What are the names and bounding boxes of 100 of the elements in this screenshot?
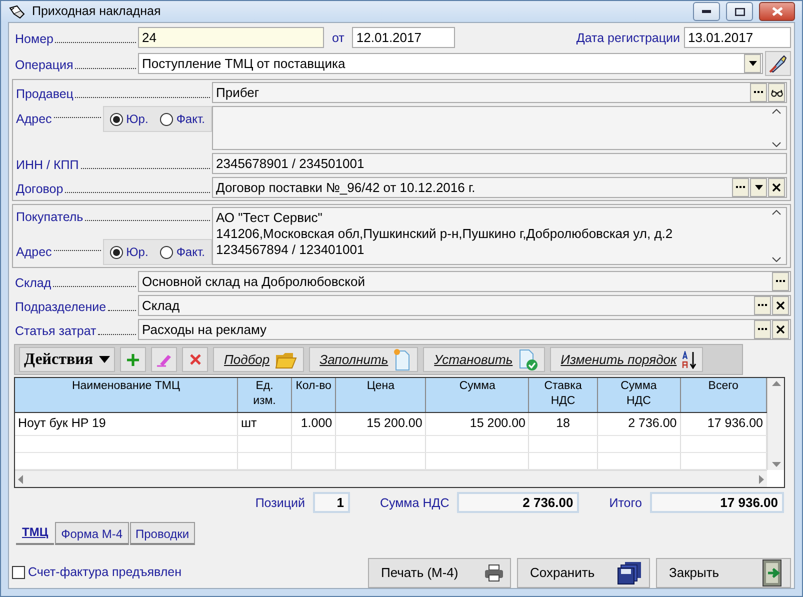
column-header: Сумма НДС (597, 378, 680, 412)
table-cell: шт (237, 412, 292, 435)
radio-button[interactable]: Факт. (160, 243, 205, 261)
text-field[interactable]: 24 (138, 27, 324, 48)
browse-button[interactable] (772, 272, 789, 291)
text-field[interactable]: Договор поставки №_96/42 от 10.12.2016 г. (212, 177, 787, 198)
browse-button[interactable] (754, 296, 771, 315)
settings-button[interactable] (765, 51, 791, 76)
text-area[interactable]: АО "Тест Сервис" 141206,Московская обл,Пушкинский р-н,Пушкино г,Добролюбовская ул, д.2 1234567894 / 123401001 (212, 207, 787, 265)
minimize-icon (702, 10, 711, 13)
document-icon (392, 348, 412, 372)
save-button[interactable]: Сохранить (517, 558, 650, 588)
radio-button[interactable]: Факт. (160, 110, 205, 128)
add-button[interactable] (120, 347, 146, 372)
checkbox[interactable]: Счет-фактура предъявлен (12, 563, 182, 582)
scroll-up-icon (772, 210, 780, 215)
radio-button[interactable]: Юр. (110, 243, 148, 261)
scroll-down-icon (772, 462, 780, 467)
cross-icon (190, 354, 200, 365)
ellipsis-icon (758, 328, 767, 331)
horizontal-scrollbar[interactable] (15, 470, 767, 487)
browse-button[interactable] (754, 320, 771, 339)
text-field[interactable]: Расходы на рекламу (138, 319, 791, 340)
tab[interactable]: Форма М-4 (55, 522, 128, 545)
table-cell: 18 (528, 412, 598, 435)
vertical-scrollbar[interactable] (767, 378, 784, 470)
text-field[interactable]: Склад (138, 295, 791, 316)
total-field: 2 736.00 (457, 492, 580, 513)
table-cell: 1.000 (292, 412, 336, 435)
caret-icon (99, 356, 110, 363)
tab[interactable]: Проводки (130, 522, 196, 545)
pencil-icon (156, 352, 172, 366)
field-label: Склад (15, 274, 52, 290)
caret-icon (754, 185, 762, 190)
column-header: Сумма (426, 378, 529, 412)
sort-icon (680, 350, 697, 368)
text-field[interactable]: Прибег (212, 82, 787, 103)
text-field[interactable]: Поступление ТМЦ от поставщика (138, 53, 763, 74)
brush-icon (768, 54, 788, 74)
fill-button[interactable]: Заполнить (308, 347, 418, 372)
table-cell: 17 936.00 (680, 412, 766, 435)
field-label: Операция (15, 56, 74, 72)
maximize-button[interactable] (726, 2, 753, 21)
actions-button[interactable]: Действия (19, 347, 115, 372)
close-button[interactable]: Закрыть (656, 558, 791, 588)
table-cell: 15 200.00 (336, 412, 426, 435)
clear-button[interactable] (772, 296, 789, 315)
document-check-icon (516, 348, 539, 372)
minimize-button[interactable] (693, 2, 720, 21)
field-value: АО "Тест Сервис" 141206,Московская обл,Пушкинский р-н,Пушкино г,Добролюбовская ул, д.2 1234567894 / 123401001 (216, 210, 673, 259)
scroll-down-icon (772, 257, 780, 262)
field-label: Покупатель (16, 209, 84, 225)
clear-button[interactable] (768, 178, 785, 197)
scroll-up-icon (772, 381, 780, 386)
plus-icon (126, 352, 140, 366)
dropdown-button[interactable] (744, 54, 761, 73)
total-label: Итого (609, 494, 642, 510)
field-label: Адрес (16, 244, 52, 260)
floppy-disk-icon (617, 560, 643, 584)
field-label: Статья затрат (15, 322, 96, 338)
ellipsis-icon (754, 91, 763, 94)
text-field[interactable]: 13.01.2017 (684, 27, 791, 48)
radio-button[interactable]: Юр. (110, 110, 148, 128)
printer-icon (484, 564, 504, 582)
field-label: Адрес (16, 111, 52, 127)
browse-button[interactable] (732, 178, 749, 197)
field-label: Договор (16, 180, 64, 196)
dropdown-button[interactable] (750, 178, 767, 197)
close-icon (772, 183, 781, 192)
scroll-right-icon (759, 474, 764, 484)
maximize-icon (734, 8, 744, 16)
pick-button[interactable]: Подбор (213, 347, 304, 372)
ellipsis-icon (736, 186, 745, 189)
text-field[interactable]: 12.01.2017 (352, 27, 456, 48)
table-cell: 2 736.00 (597, 412, 680, 435)
ellipsis-icon (758, 304, 767, 307)
field-label: ИНН / КПП (16, 156, 79, 172)
sort-button[interactable]: Изменить порядок (550, 347, 703, 372)
ellipsis-icon (776, 280, 785, 283)
text-field[interactable]: Основной склад на Добролюбовской (138, 271, 791, 292)
print-button[interactable]: Печать (М-4) (368, 558, 511, 588)
total-field: 1 (312, 492, 350, 513)
scroll-up-icon (772, 109, 780, 114)
scroll-left-icon (18, 474, 23, 484)
scroll-down-icon (772, 142, 780, 147)
text-field[interactable]: 2345678901 / 234501001 (212, 153, 787, 174)
total-label: Позиций (255, 494, 305, 510)
delete-button[interactable] (182, 347, 208, 372)
window-title: Приходная накладная (32, 3, 161, 20)
column-header: Кол-во (292, 378, 336, 412)
browse-button[interactable] (750, 83, 767, 102)
column-header: Ставка НДС (528, 378, 598, 412)
door-exit-icon (760, 558, 784, 586)
edit-button[interactable] (151, 347, 177, 372)
close-button[interactable] (759, 2, 795, 21)
column-header: Наименование ТМЦ (15, 378, 238, 412)
total-label: Сумма НДС (380, 494, 450, 510)
set-button[interactable]: Установить (423, 347, 545, 372)
view-button[interactable] (768, 83, 785, 102)
clear-button[interactable] (772, 320, 789, 339)
